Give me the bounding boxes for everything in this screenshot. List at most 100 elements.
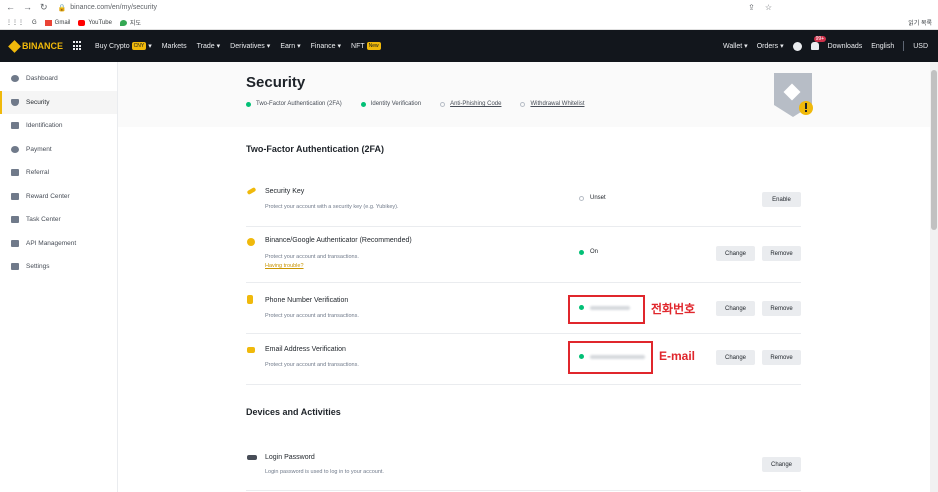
shield-icon: [11, 98, 19, 106]
gmail-icon: [44, 19, 52, 26]
check-label: Two-Factor Authentication (2FA): [256, 101, 342, 107]
nav-language[interactable]: English: [871, 43, 894, 50]
status: On: [579, 249, 598, 255]
nav-label: Wallet: [722, 42, 743, 50]
notifications[interactable]: 99+: [810, 36, 827, 50]
nav-downloads[interactable]: Downloads: [828, 43, 863, 50]
bookmark-label: YouTube: [88, 19, 112, 26]
sidebar-item-label: Identification: [26, 122, 63, 130]
nav-derivatives[interactable]: Derivatives ▾: [230, 42, 270, 51]
status-text: Unset: [590, 195, 606, 201]
nav-finance[interactable]: Finance ▾: [310, 42, 341, 51]
sidebar-item-reward-center[interactable]: Reward Center: [0, 185, 117, 209]
status: Unset: [579, 195, 606, 201]
forward-icon[interactable]: →: [23, 2, 32, 13]
security-checklist: Two-Factor Authentication (2FA) Identity…: [246, 101, 938, 107]
bookmark-label: 지도: [129, 21, 141, 27]
lock-icon: 🔒: [57, 4, 67, 12]
user-icon[interactable]: [792, 41, 802, 51]
nav-nft[interactable]: NFT New: [351, 42, 381, 50]
login-password-row: Login Password Login password is used to…: [246, 447, 801, 491]
maps-pin-icon: [119, 19, 127, 26]
sidebar-item-task-center[interactable]: Task Center: [0, 208, 117, 232]
nav-currency[interactable]: USD: [913, 43, 928, 50]
nav-earn[interactable]: Earn ▾: [280, 42, 301, 51]
sidebar-item-api-management[interactable]: API Management: [0, 232, 117, 256]
share-icon[interactable]: ⇪: [748, 3, 755, 12]
nav-trade[interactable]: Trade ▾: [197, 42, 221, 51]
check-ok-icon: [246, 101, 251, 107]
check-withdrawal-whitelist[interactable]: Withdrawal Whitelist: [520, 101, 584, 107]
currency-badge: CNY: [131, 42, 147, 50]
apps-grid-icon[interactable]: [73, 41, 83, 51]
sidebar: Dashboard Security Identification Paymen…: [0, 62, 118, 492]
row-description: Protect your account and transactions.: [265, 313, 359, 319]
binance-logo-icon: [8, 39, 21, 53]
enable-button[interactable]: Enable: [762, 192, 801, 207]
reading-list[interactable]: 읽기 목록: [908, 18, 932, 27]
check-link[interactable]: Anti-Phishing Code: [450, 101, 501, 107]
row-title: Security Key: [265, 188, 305, 195]
row-title: Binance/Google Authenticator (Recommende…: [265, 237, 412, 244]
star-icon[interactable]: ☆: [765, 3, 772, 12]
back-icon[interactable]: ←: [6, 2, 15, 13]
sidebar-item-label: Settings: [26, 263, 50, 271]
bookmarks-bar: ⋮⋮⋮ G Gmail YouTube 지도 읽기 목록: [0, 15, 938, 30]
sidebar-item-label: Security: [26, 98, 50, 106]
nav-wallet[interactable]: Wallet ▾: [722, 42, 748, 51]
nav-orders[interactable]: Orders ▾: [756, 42, 784, 51]
check-identity: Identity Verification: [360, 101, 421, 107]
chevron-down-icon: ▾: [780, 43, 784, 50]
change-button[interactable]: Change: [716, 301, 755, 316]
nav-label: Earn: [280, 42, 296, 50]
email-annotation-label: E-mail: [659, 349, 696, 363]
remove-button[interactable]: Remove: [762, 350, 801, 365]
sidebar-item-referral[interactable]: Referral: [0, 161, 117, 185]
change-button[interactable]: Change: [762, 457, 801, 472]
browser-chrome: ← → ↻ 🔒 binance.com/en/my/security ⇪ ☆ ⋮…: [0, 0, 938, 30]
chevron-down-icon: ▾: [216, 43, 221, 50]
sidebar-item-security[interactable]: Security: [0, 90, 117, 114]
sidebar-item-label: Payment: [26, 145, 52, 153]
row-description: Protect your account and transactions.: [265, 362, 359, 368]
change-button[interactable]: Change: [716, 350, 755, 365]
sidebar-item-payment[interactable]: Payment: [0, 138, 117, 162]
nav-label: Finance: [310, 42, 336, 50]
scrollbar-thumb[interactable]: [931, 70, 937, 230]
chevron-down-icon: ▾: [297, 43, 301, 50]
page-title: Security: [246, 74, 306, 91]
address-bar[interactable]: binance.com/en/my/security: [70, 4, 748, 11]
check-link[interactable]: Withdrawal Whitelist: [530, 101, 584, 107]
binance-logo[interactable]: BINANCE: [8, 39, 64, 53]
row-description: Protect your account and transactions.: [265, 254, 359, 260]
sidebar-item-settings[interactable]: Settings: [0, 255, 117, 279]
nav-buy-crypto[interactable]: Buy Crypto CNY ▾: [95, 42, 152, 50]
bookmark-gmail[interactable]: Gmail: [44, 19, 70, 26]
check-empty-icon: [520, 101, 526, 107]
logo-text: BINANCE: [22, 41, 64, 51]
phone-verification-row: Phone Number Verification Protect your a…: [246, 283, 801, 334]
settings-sliders-icon: [11, 263, 19, 271]
row-title: Email Address Verification: [265, 346, 346, 353]
check-ok-icon: [360, 101, 366, 107]
sidebar-item-dashboard[interactable]: Dashboard: [0, 67, 117, 91]
bookmark-youtube[interactable]: YouTube: [78, 19, 112, 26]
id-card-icon: [11, 122, 19, 130]
bookmark-google[interactable]: G: [32, 20, 37, 26]
sidebar-item-identification[interactable]: Identification: [0, 114, 117, 138]
remove-button[interactable]: Remove: [762, 246, 801, 261]
twofa-section-title: Two-Factor Authentication (2FA): [246, 144, 384, 154]
change-button[interactable]: Change: [716, 246, 755, 261]
nav-label: Orders: [756, 42, 779, 50]
password-icon: [247, 455, 257, 460]
remove-button[interactable]: Remove: [762, 301, 801, 316]
apps-icon[interactable]: ⋮⋮⋮: [6, 19, 24, 26]
bookmark-maps[interactable]: 지도: [119, 18, 141, 27]
having-trouble-link[interactable]: Having trouble?: [265, 263, 304, 269]
reload-icon[interactable]: ↻: [40, 2, 48, 13]
top-navbar: BINANCE Buy Crypto CNY ▾ Markets Trade ▾ De…: [0, 30, 938, 62]
check-anti-phishing[interactable]: Anti-Phishing Code: [440, 101, 501, 107]
sidebar-item-label: Task Center: [26, 216, 61, 224]
scrollbar[interactable]: [930, 62, 938, 492]
nav-markets[interactable]: Markets: [162, 43, 187, 50]
